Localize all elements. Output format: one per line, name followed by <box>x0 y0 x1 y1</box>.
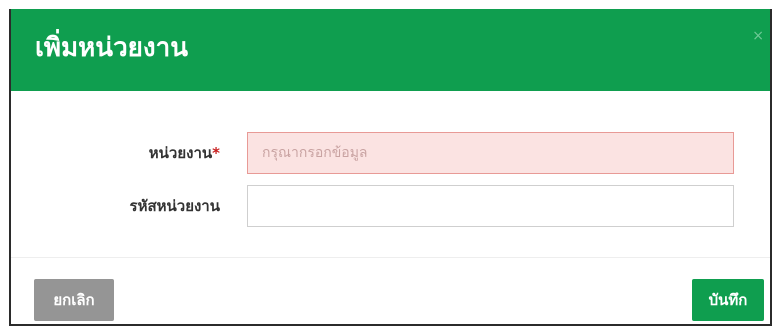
required-mark: * <box>212 144 220 162</box>
form-row-department: หน่วยงาน* <box>11 132 770 174</box>
department-code-label-text: รหัสหน่วยงาน <box>129 197 220 215</box>
modal-body: หน่วยงาน* รหัสหน่วยงาน <box>11 91 770 257</box>
add-department-modal: เพิ่มหน่วยงาน × หน่วยงาน* รหัสหน่วยงาน ย… <box>9 9 772 326</box>
close-icon[interactable]: × <box>752 29 764 43</box>
save-button[interactable]: บันทึก <box>692 279 764 321</box>
department-label-text: หน่วยงาน <box>148 144 213 162</box>
modal-footer: ยกเลิก บันทึก <box>11 257 770 324</box>
modal-title: เพิ่มหน่วยงาน <box>35 33 188 63</box>
department-code-label: รหัสหน่วยงาน <box>130 185 220 227</box>
form-row-department-code: รหัสหน่วยงาน <box>11 185 770 227</box>
department-label: หน่วยงาน* <box>149 132 220 174</box>
cancel-button[interactable]: ยกเลิก <box>34 279 114 321</box>
department-input[interactable] <box>247 132 734 174</box>
department-code-input[interactable] <box>247 185 734 227</box>
modal-header: เพิ่มหน่วยงาน × <box>11 9 770 91</box>
